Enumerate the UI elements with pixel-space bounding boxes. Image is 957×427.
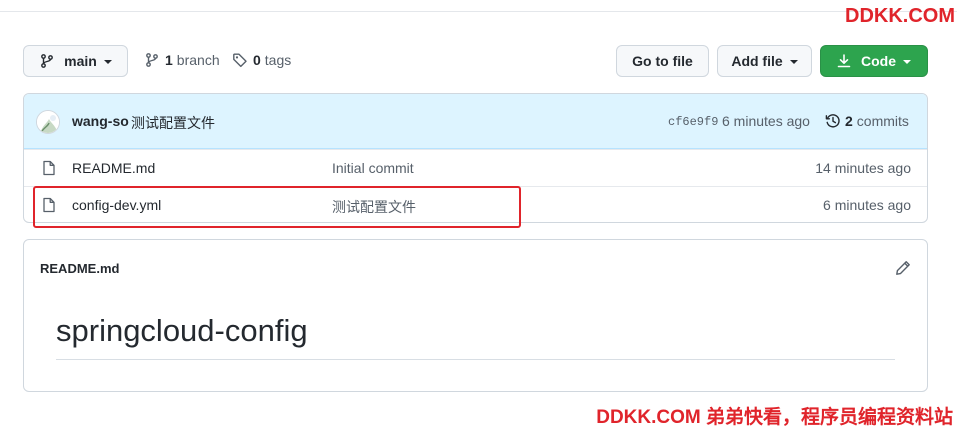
add-file-button[interactable]: Add file: [717, 45, 812, 77]
top-strip: [0, 0, 957, 12]
file-icon: [43, 160, 55, 176]
download-icon: [837, 54, 851, 68]
commit-author[interactable]: wang-so: [72, 113, 129, 129]
branch-word: branch: [176, 52, 220, 68]
file-age: 6 minutes ago: [823, 197, 911, 213]
watermark-bottom: DDKK.COM 弟弟快看，程序员编程资料站: [596, 407, 953, 427]
file-name[interactable]: README.md: [72, 160, 155, 176]
file-age: 14 minutes ago: [815, 160, 911, 176]
file-commit-message[interactable]: Initial commit: [332, 160, 414, 176]
history-icon: [825, 113, 840, 128]
commit-time: 6 minutes ago: [722, 113, 810, 129]
commit-count-word: commits: [856, 113, 909, 129]
avatar-image-icon: [37, 111, 59, 133]
branches-link[interactable]: 1 branch: [144, 52, 220, 68]
git-branch-icon: [41, 54, 54, 68]
branch-label: main: [64, 53, 97, 69]
commits-link[interactable]: 2 commits: [825, 113, 909, 129]
git-branch-icon: [146, 53, 158, 67]
readme-panel: README.md springcloud-config: [23, 239, 928, 392]
heading-divider: [56, 359, 895, 360]
add-file-label: Add file: [731, 53, 783, 69]
tag-icon: [233, 53, 247, 68]
chevron-down-icon: [903, 60, 911, 64]
tag-word: tags: [264, 52, 292, 68]
tag-count: 0: [253, 52, 261, 68]
code-button[interactable]: Code: [820, 45, 928, 77]
code-label: Code: [861, 53, 896, 69]
commit-message[interactable]: 测试配置文件: [131, 113, 215, 133]
repo-toolbar: main 1 branch 0 tags Go to file Add file…: [23, 45, 928, 77]
chevron-down-icon: [789, 60, 798, 64]
readme-title[interactable]: README.md: [40, 261, 119, 276]
readme-heading: springcloud-config: [56, 313, 308, 348]
go-to-file-button[interactable]: Go to file: [616, 45, 709, 77]
latest-commit-bar: wang-so 测试配置文件 cf6e9f9 6 minutes ago 2 c…: [24, 94, 927, 149]
highlight-annotation-box: [33, 186, 521, 228]
commit-sha[interactable]: cf6e9f9: [668, 115, 718, 129]
pencil-icon[interactable]: [895, 260, 911, 276]
branch-select-button[interactable]: main: [23, 45, 128, 77]
chevron-down-icon: [103, 60, 112, 64]
tags-link[interactable]: 0 tags: [232, 52, 291, 68]
avatar[interactable]: [36, 110, 60, 134]
branch-count: 1: [165, 52, 173, 68]
file-row[interactable]: README.md Initial commit 14 minutes ago: [24, 149, 927, 186]
commit-count: 2: [845, 113, 853, 129]
watermark-top: DDKK.COM: [845, 5, 955, 27]
